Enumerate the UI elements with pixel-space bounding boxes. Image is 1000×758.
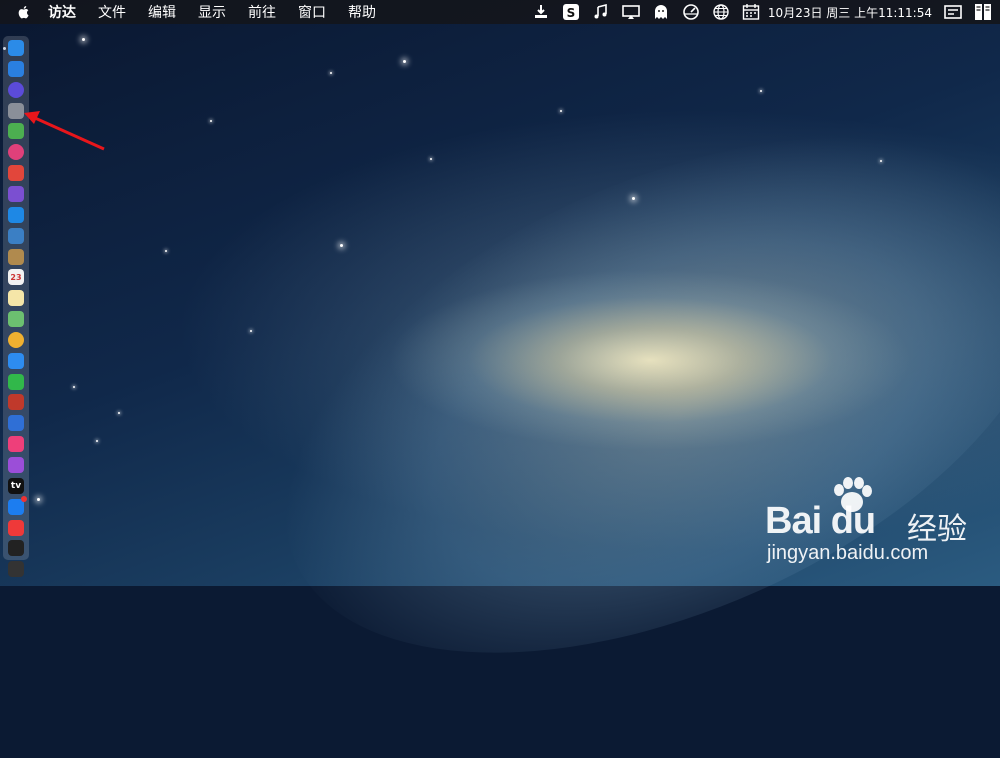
arrow-shaft [34,116,105,151]
baidu-watermark: Bai du 经验 jingyan.baidu.com [765,477,995,568]
arrow-head [24,111,40,124]
watermark-url: jingyan.baidu.com [767,542,929,564]
watermark-brand: Bai du [765,500,876,542]
